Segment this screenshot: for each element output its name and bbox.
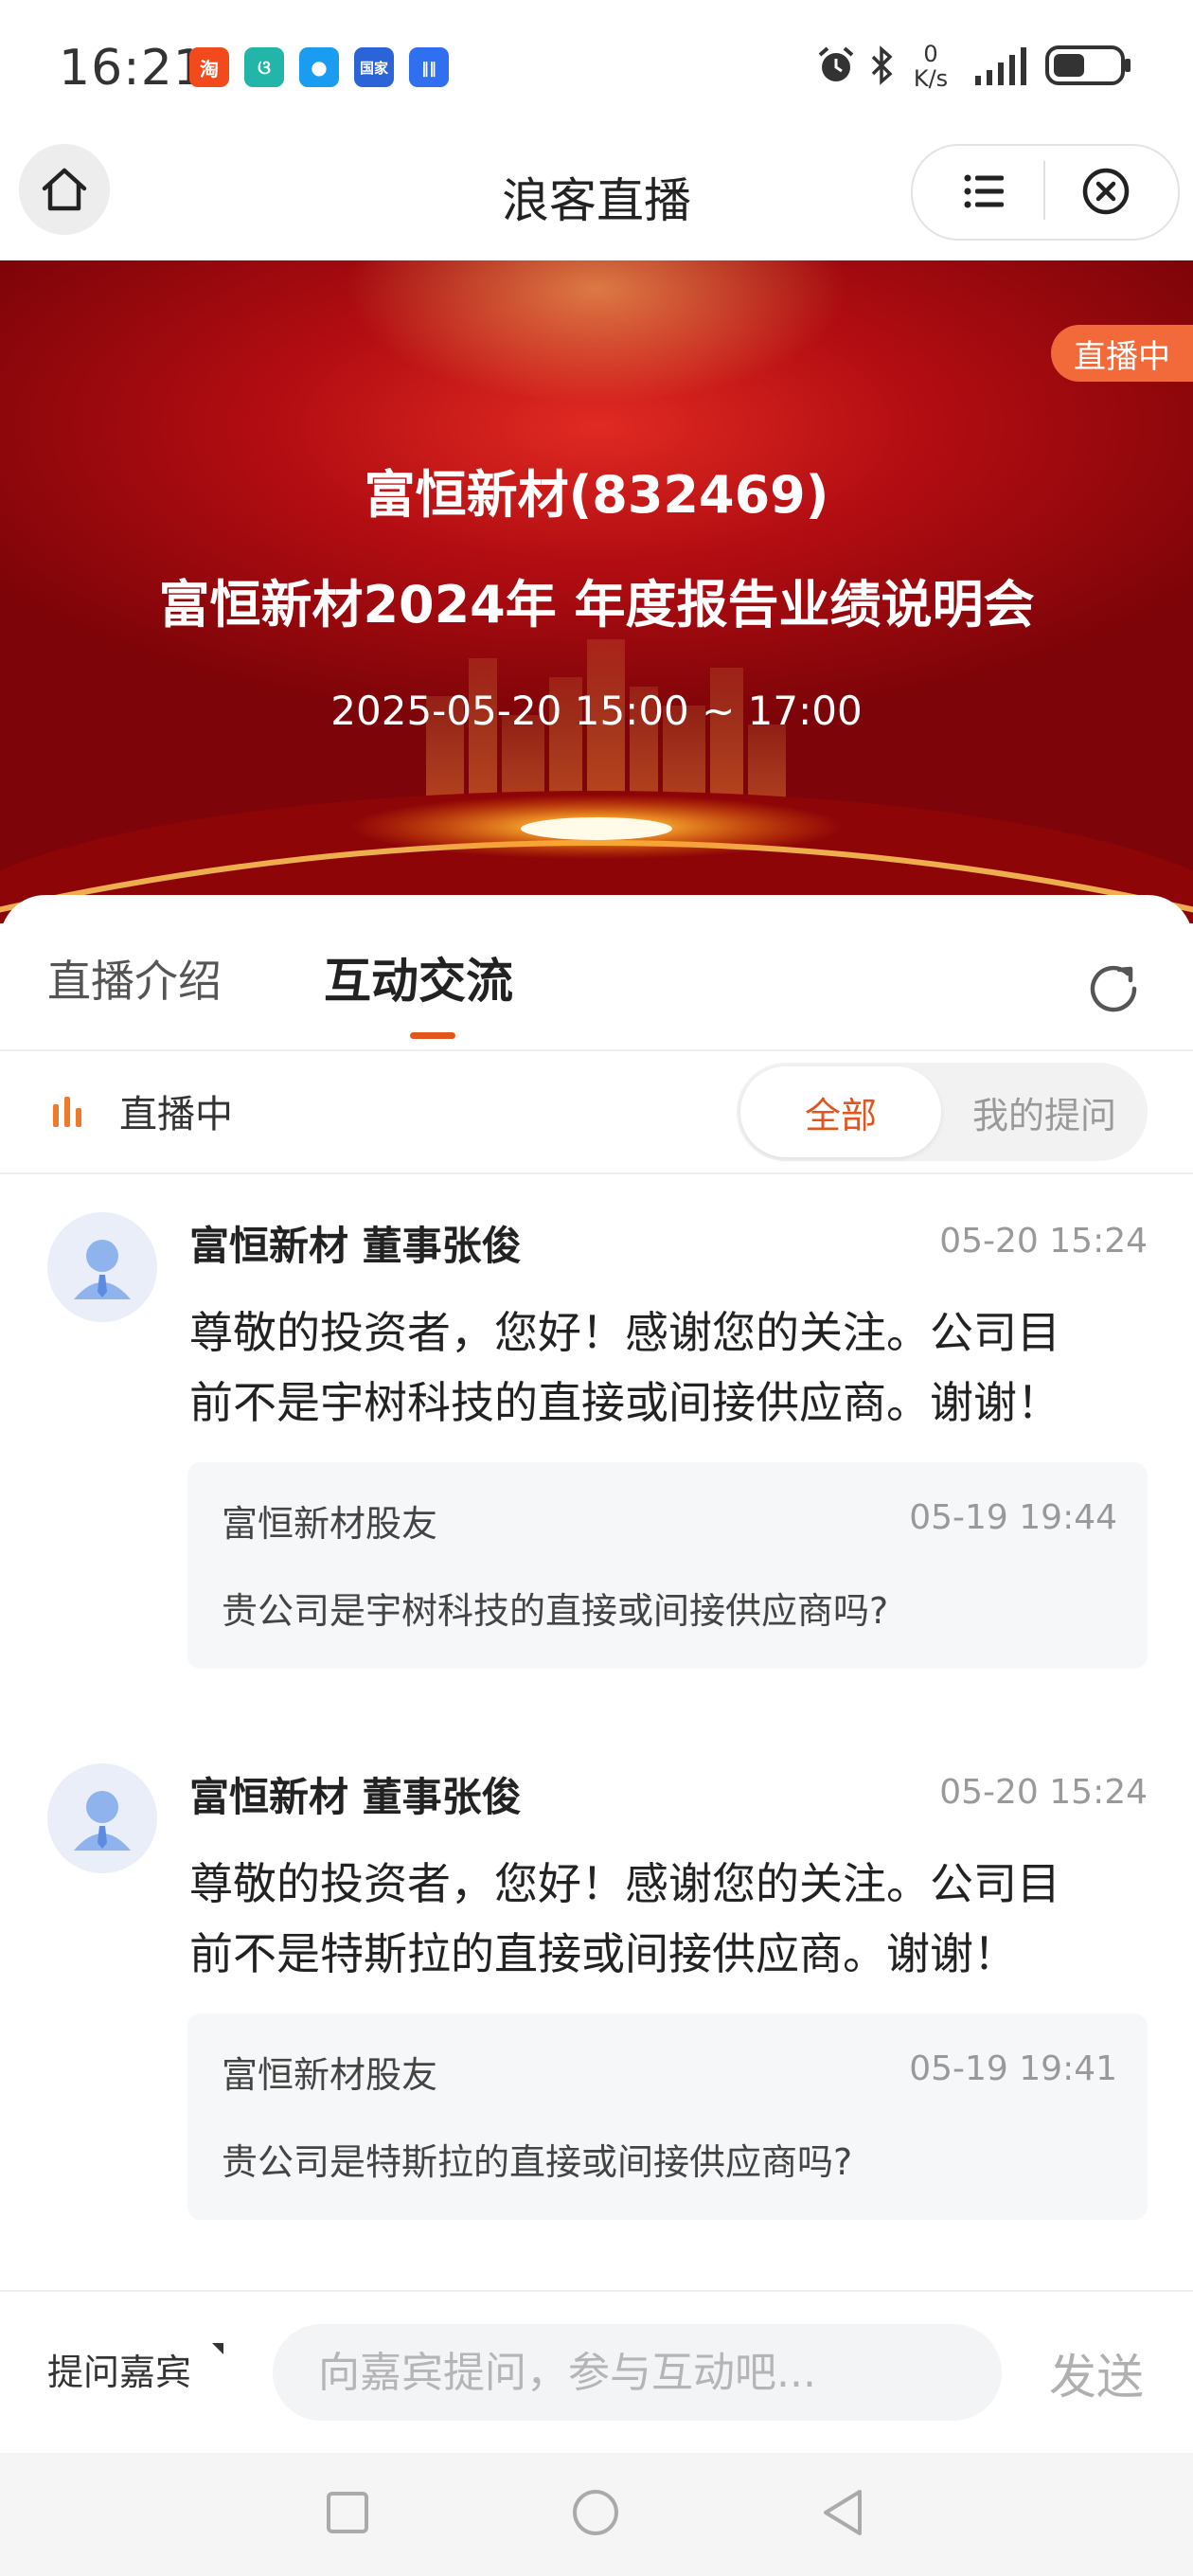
voice-app-icon: ‖‖ [409, 47, 449, 87]
tab-interaction[interactable]: 互动交流 [324, 943, 513, 1011]
question-text: 贵公司是宇树科技的直接或间接供应商吗? [222, 1590, 889, 1632]
close-circle-icon [1082, 168, 1130, 215]
live-status-badge: 直播中 [1051, 325, 1193, 382]
ask-guest-selector[interactable]: 提问嘉宾 [47, 2343, 223, 2395]
home-nav-icon[interactable] [570, 2487, 621, 2538]
recent-apps-icon[interactable] [324, 2489, 371, 2536]
taobao-icon: 淘 [189, 47, 229, 87]
menu-button[interactable] [954, 167, 1015, 216]
ask-guest-label: 提问嘉宾 [47, 2352, 192, 2393]
answer-line-1: 尊敬的投资者，您好！感谢您的关注。公司目 [189, 1307, 1060, 1358]
tab-live-intro[interactable]: 直播介绍 [47, 947, 222, 1010]
bluetooth-icon [871, 45, 893, 85]
filter-all[interactable]: 全部 [740, 1066, 941, 1157]
spiral-app-icon: ଓ [244, 47, 284, 87]
battery-icon [1045, 45, 1131, 85]
refresh-button[interactable] [1081, 957, 1146, 1021]
status-clock: 16:21 [59, 40, 205, 97]
live-bars-icon [53, 1097, 81, 1127]
refresh-icon [1090, 965, 1137, 1012]
close-button[interactable] [1079, 165, 1132, 218]
net-speed: 0 K/s [907, 42, 954, 91]
message-author: 富恒新材 董事张俊 [189, 1774, 522, 1820]
question-author: 富恒新材股友 [222, 1503, 438, 1545]
question-author: 富恒新材股友 [222, 2054, 438, 2096]
ask-question-input[interactable] [273, 2324, 1002, 2421]
banner-event-title: 富恒新材2024年 年度报告业绩说明会 [158, 575, 1035, 635]
message-app-icon: ● [299, 47, 339, 87]
filter-divider [0, 1172, 1193, 1174]
answer-line-2: 前不是特斯拉的直接或间接供应商。谢谢！ [189, 1928, 1017, 1979]
filter-my-questions[interactable]: 我的提问 [947, 1066, 1142, 1157]
gov-app-icon: 国家 [354, 47, 394, 87]
user-avatar-icon [74, 1791, 131, 1851]
quoted-question-box [187, 1462, 1148, 1669]
question-time: 05-19 19:44 [909, 1498, 1117, 1537]
question-text: 贵公司是特斯拉的直接或间接供应商吗? [222, 2141, 853, 2183]
live-status-label: 直播中 [119, 1093, 233, 1136]
capsule-divider [1043, 161, 1045, 220]
banner-company-title: 富恒新材(832469) [364, 465, 829, 525]
avatar[interactable] [47, 1212, 157, 1322]
avatar[interactable] [47, 1763, 157, 1873]
banner-event-time: 2025-05-20 15:00 ~ 17:00 [330, 688, 863, 734]
message-time: 05-20 15:24 [939, 1222, 1148, 1261]
net-speed-value: 0 [923, 41, 938, 67]
back-nav-icon[interactable] [820, 2487, 867, 2538]
answer-line-2: 前不是宇树科技的直接或间接供应商。谢谢！ [189, 1377, 1060, 1428]
signal-icon [975, 47, 1026, 85]
message-time: 05-20 15:24 [939, 1773, 1148, 1812]
tabs-divider [0, 1049, 1193, 1051]
question-time: 05-19 19:41 [909, 2049, 1117, 2088]
list-menu-icon [964, 174, 1004, 208]
answer-line-1: 尊敬的投资者，您好！感谢您的关注。公司目 [189, 1858, 1060, 1909]
quoted-question-box [187, 2013, 1148, 2220]
message-author: 富恒新材 董事张俊 [189, 1223, 522, 1269]
dropdown-corner-icon [212, 2343, 223, 2354]
user-avatar-icon [74, 1240, 131, 1299]
net-speed-unit: K/s [913, 65, 949, 92]
active-tab-indicator [410, 1032, 455, 1039]
alarm-icon [818, 46, 854, 81]
send-button[interactable]: 发送 [1049, 2339, 1144, 2407]
mini-program-capsule [911, 144, 1180, 241]
